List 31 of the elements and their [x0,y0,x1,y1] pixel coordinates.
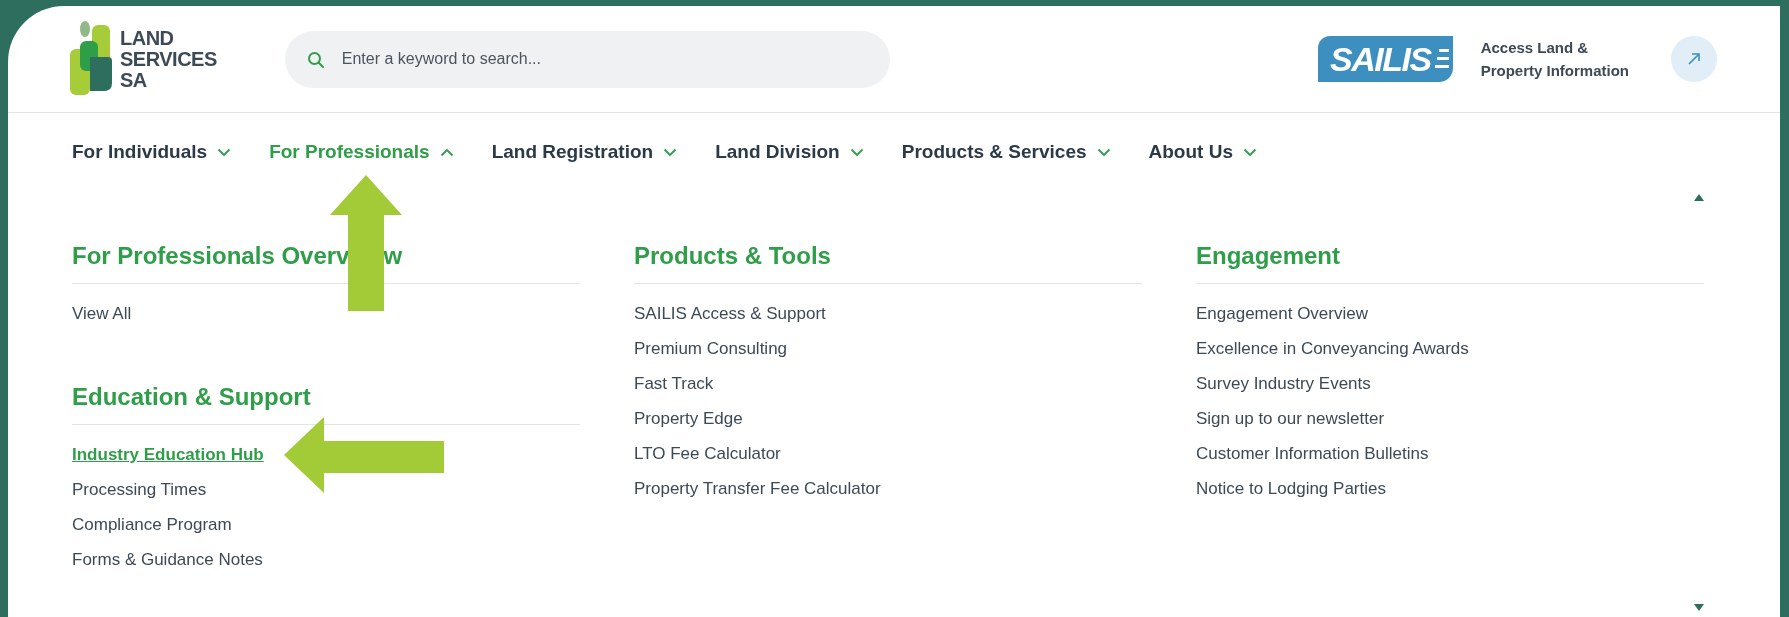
section-heading: Products & Tools [634,242,831,270]
section-heading: Education & Support [72,383,311,411]
nav-item[interactable]: Land Registration [491,139,678,165]
section-heading: For Professionals Overv [72,242,350,270]
menu-link[interactable]: Customer Information Bulletins [1196,444,1429,463]
access-link-text[interactable]: Access Land & Property Information [1480,36,1629,82]
nav-item[interactable]: About Us [1148,139,1257,165]
nav-item[interactable]: For Individuals [72,139,232,165]
menu-link[interactable]: Forms & Guidance Notes [72,550,263,569]
menu-link[interactable]: Survey Industry Events [1196,374,1371,393]
section-heading: Engagement [1196,242,1341,270]
menu-link[interactable]: Premium Consulting [634,339,788,358]
nav-item[interactable]: Products & Services [901,139,1111,165]
menu-link[interactable]: Property Transfer Fee Calculator [634,479,881,498]
logo-text: LAND SERVICES SA [120,27,217,91]
menu-link[interactable]: Excellence in Conveyancing Awards [1196,339,1469,358]
menu-link[interactable]: Fast Track [634,374,714,393]
section-heading: w [383,242,403,270]
logo[interactable]: LAND SERVICES SA [70,21,217,97]
menu-link[interactable]: View All [72,304,132,323]
search-field[interactable]: Enter a keyword to search... [284,30,890,88]
menu-link[interactable]: Notice to Lodging Parties [1196,479,1386,498]
menu-link[interactable]: Compliance Program [72,515,232,534]
nav-item[interactable]: Land Division [715,139,864,165]
menu-link[interactable]: SAILIS Access & Support [634,304,826,323]
menu-link[interactable]: Processing Times [72,480,207,499]
menu-link[interactable]: Property Edge [634,409,743,428]
sailis-logo[interactable]: SAILIS [1318,36,1453,82]
menu-link[interactable]: Sign up to our newsletter [1196,409,1385,428]
menu-link[interactable]: Engagement Overview [1196,304,1368,323]
menu-link[interactable]: LTO Fee Calculator [634,444,781,463]
